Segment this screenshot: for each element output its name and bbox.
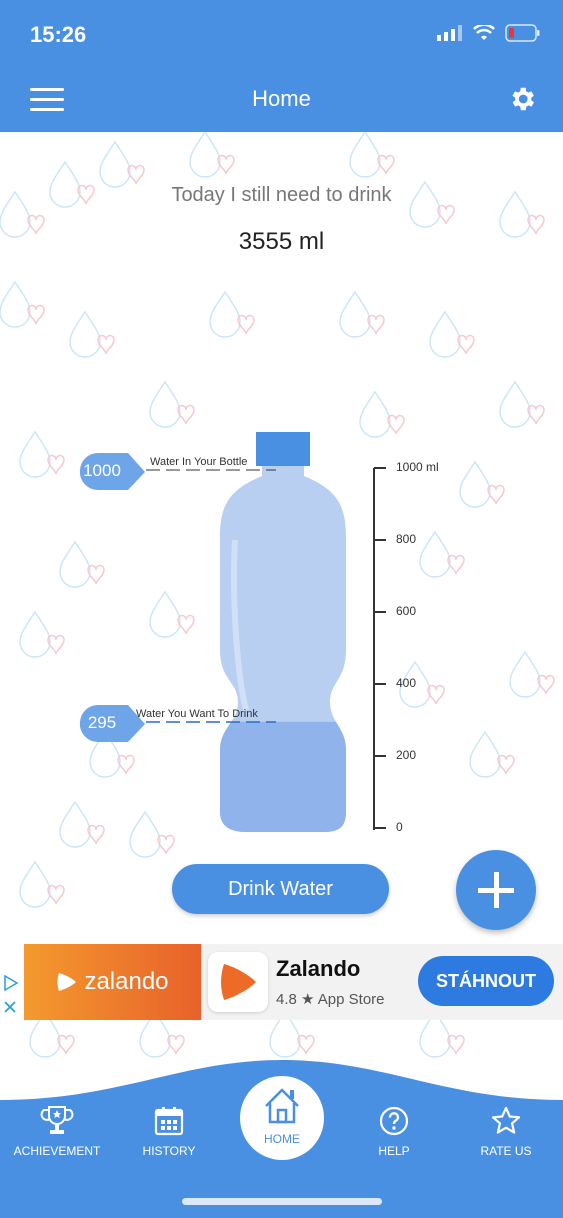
nav-help-label: HELP: [378, 1144, 410, 1158]
ad-app-logo: [208, 952, 268, 1012]
scale-label: 800: [396, 532, 417, 546]
ad-image[interactable]: zalando: [24, 944, 201, 1020]
nav-rate-us[interactable]: RATE US: [451, 1104, 561, 1158]
page-title: Home: [252, 86, 311, 111]
nav-help[interactable]: HELP: [339, 1104, 449, 1158]
nav-home[interactable]: HOME: [240, 1076, 324, 1160]
scale-label: 600: [396, 604, 417, 618]
nav-achievement-label: ACHIEVEMENT: [13, 1144, 101, 1158]
scale-label: 200: [396, 748, 417, 762]
status-time: 15:26: [30, 22, 87, 47]
ad-download-button[interactable]: STÁHNOUT: [418, 956, 554, 1006]
help-icon: [379, 1106, 409, 1136]
nav-history[interactable]: HISTORY: [114, 1104, 224, 1158]
goal-amount: 295: [87, 713, 117, 732]
bottle-area: 1000 Water In Your Bottle 295 Water You …: [0, 420, 563, 850]
nav-home-label: HOME: [264, 1132, 300, 1146]
ad-choices[interactable]: [0, 944, 24, 1020]
nav-rate-us-label: RATE US: [480, 1144, 532, 1158]
status-icons: [437, 24, 541, 42]
add-button[interactable]: [456, 850, 536, 930]
plus-icon: [478, 872, 514, 908]
ad-choices-icon: [4, 974, 19, 1013]
bottle-caption: Water In Your Bottle: [150, 456, 248, 468]
scale-label: 1000 ml: [396, 460, 439, 474]
wifi-icon: [473, 25, 495, 40]
goal-caption: Water You Want To Drink: [136, 708, 258, 720]
ad-rating: 4.8 ★ App Store: [276, 991, 385, 1008]
zalando-app-icon: [221, 964, 256, 1000]
bottle-cap: [256, 432, 310, 456]
top-bar: 15:26 Home: [0, 0, 563, 132]
star-icon: [491, 1106, 521, 1134]
trophy-icon: [40, 1106, 74, 1134]
nav-achievement[interactable]: ACHIEVEMENT: [2, 1104, 112, 1158]
calendar-icon: [154, 1107, 184, 1136]
remaining-label: Today I still need to drink: [171, 184, 392, 206]
remaining-value: 3555 ml: [238, 228, 325, 255]
gear-icon[interactable]: [507, 84, 537, 114]
zalando-logo-icon: [57, 973, 77, 991]
home-indicator: [182, 1198, 382, 1205]
signal-icon: [437, 25, 462, 41]
ad-app-name: Zalando: [276, 956, 361, 981]
bottle-amount: 1000: [83, 461, 121, 480]
ad-brand: zalando: [84, 968, 169, 995]
water-level: [220, 721, 346, 832]
battery-icon: [505, 24, 540, 42]
nav-history-label: HISTORY: [142, 1144, 196, 1158]
home-icon: [265, 1088, 299, 1124]
scale-label: 400: [396, 676, 417, 690]
scale-label: 0: [396, 820, 403, 834]
drink-water-button[interactable]: Drink Water: [172, 864, 389, 914]
